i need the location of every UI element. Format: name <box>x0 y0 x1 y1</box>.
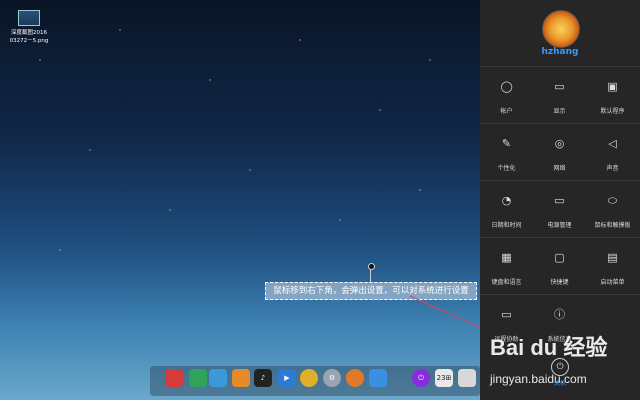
file-manager-icon[interactable] <box>209 369 227 387</box>
tile-shortcuts[interactable]: ▢ 快捷键 <box>533 238 586 294</box>
palette-icon: ✎ <box>501 137 512 150</box>
tile-date-time[interactable]: ◔ 日期和时间 <box>480 181 533 237</box>
tile-network[interactable]: ◎ 网络 <box>533 124 586 180</box>
shutdown-button[interactable]: ⏻ 关机 <box>545 358 575 387</box>
tile-sound[interactable]: ◁ 声音 <box>586 124 639 180</box>
mouse-icon: ⬭ <box>607 194 618 207</box>
speaker-icon: ◁ <box>608 137 617 150</box>
avatar[interactable] <box>542 10 580 48</box>
monitor-icon: ▭ <box>554 80 565 93</box>
tile-account[interactable]: ◯ 帐户 <box>480 67 533 123</box>
clock-icon: ◔ <box>501 194 512 207</box>
shortcut-icon: ▢ <box>554 251 565 264</box>
tile-display[interactable]: ▭ 显示 <box>533 67 586 123</box>
app-store-icon[interactable] <box>232 369 250 387</box>
launcher-rocket-icon[interactable] <box>165 369 183 387</box>
tile-mouse-touchpad[interactable]: ⬭ 鼠标和触摸板 <box>586 181 639 237</box>
default-apps-icon: ▣ <box>607 80 618 93</box>
browser-icon[interactable] <box>346 369 364 387</box>
shutdown-label: 关机 <box>553 380 566 387</box>
tile-default-apps[interactable]: ▣ 默认程序 <box>586 67 639 123</box>
remote-icon: ▭ <box>501 308 512 321</box>
boot-menu-icon: ▤ <box>607 251 618 264</box>
info-icon: ⓘ <box>554 308 565 321</box>
battery-icon: ▭ <box>554 194 565 207</box>
photo-manager-icon[interactable] <box>189 369 207 387</box>
user-icon: ◯ <box>500 80 513 93</box>
app-grid-icon[interactable] <box>369 369 387 387</box>
tile-personalization[interactable]: ✎ 个性化 <box>480 124 533 180</box>
dock: ♪ ▶ ⚙ ⏻ 23⊞ <box>150 366 480 396</box>
globe-icon: ◎ <box>554 137 565 150</box>
power-icon[interactable]: ⏻ <box>412 369 430 387</box>
settings-grid: ◯ 帐户 ▭ 显示 ▣ 默认程序 ✎ 个性化 ◎ 网络 ◁ 声音 ◔ 日期和时间 ▭ 电源管理 … <box>480 66 640 351</box>
keyboard-icon: ▦ <box>501 251 512 264</box>
tile-boot-menu[interactable]: ▤ 启动菜单 <box>586 238 639 294</box>
tile-keyboard-language[interactable]: ▦ 键盘和语言 <box>480 238 533 294</box>
chrome-browser-icon[interactable] <box>300 369 318 387</box>
tile-power-management[interactable]: ▭ 电源管理 <box>533 181 586 237</box>
music-player-icon[interactable]: ♪ <box>254 369 272 387</box>
video-player-icon[interactable]: ▶ <box>278 369 296 387</box>
settings-gear-icon[interactable]: ⚙ <box>323 369 341 387</box>
trash-icon[interactable] <box>458 369 476 387</box>
power-icon: ⏻ <box>551 358 569 376</box>
username: hzhang <box>541 47 579 57</box>
calendar-icon[interactable]: 23⊞ <box>435 369 453 387</box>
